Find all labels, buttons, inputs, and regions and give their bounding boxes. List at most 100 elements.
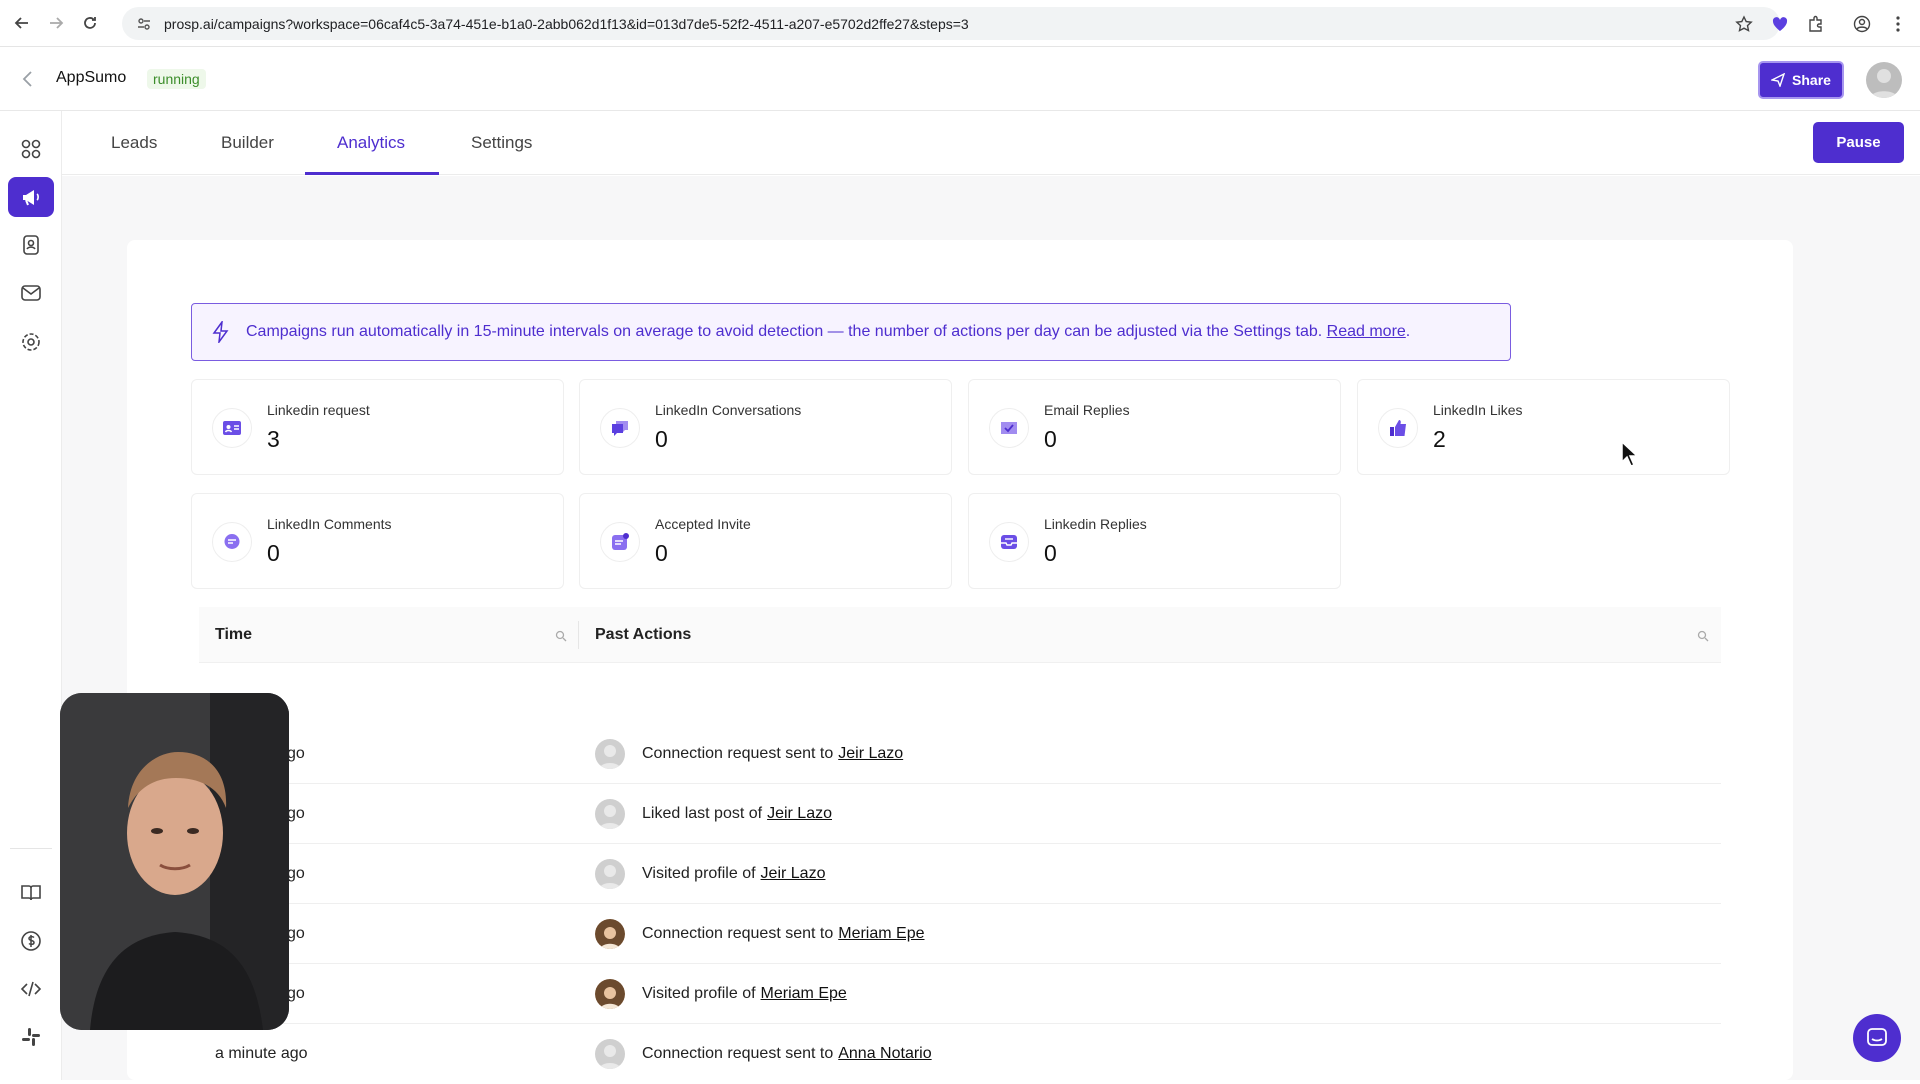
info-banner: Campaigns run automatically in 15-minute… xyxy=(191,303,1511,361)
stat-label: Linkedin Replies xyxy=(1044,516,1147,532)
tab-analytics[interactable]: Analytics xyxy=(337,111,405,175)
lead-link[interactable]: Jeir Lazo xyxy=(767,805,832,823)
lead-link[interactable]: Jeir Lazo xyxy=(838,745,903,763)
grid-icon xyxy=(21,139,41,159)
sidebar-item-slack[interactable] xyxy=(8,1017,54,1057)
search-icon[interactable] xyxy=(555,629,567,642)
stat-label: LinkedIn Conversations xyxy=(655,402,802,418)
chat-icon xyxy=(1867,1028,1887,1046)
id-card-icon xyxy=(212,408,252,448)
col-header-time[interactable]: Time xyxy=(215,607,252,663)
stat-value: 2 xyxy=(1433,426,1446,452)
stat-value: 0 xyxy=(655,426,668,452)
stat-value: 0 xyxy=(655,540,668,566)
active-tab-indicator xyxy=(305,172,439,175)
table-row: go Connection request sent to Jeir Lazo xyxy=(199,724,1721,784)
kebab-menu-icon[interactable] xyxy=(1884,10,1912,38)
stat-card-linkedin-replies: Linkedin Replies 0 xyxy=(968,493,1341,589)
send-icon xyxy=(1771,73,1786,87)
forward-arrow-icon[interactable] xyxy=(44,11,68,35)
read-more-link[interactable]: Read more xyxy=(1327,323,1406,340)
share-label: Share xyxy=(1792,72,1831,88)
sidebar-item-inbox[interactable] xyxy=(8,273,54,313)
pause-button[interactable]: Pause xyxy=(1813,122,1904,163)
sidebar-item-contacts[interactable] xyxy=(8,225,54,265)
lead-link[interactable]: Jeir Lazo xyxy=(761,865,826,883)
lead-link[interactable]: Anna Notario xyxy=(838,1045,931,1063)
address-bar[interactable]: prosp.ai/campaigns?workspace=06caf4c5-3a… xyxy=(122,7,1780,40)
sidebar-item-guides[interactable] xyxy=(8,873,54,913)
share-button[interactable]: Share xyxy=(1758,61,1844,99)
stat-label: Accepted Invite xyxy=(655,516,751,532)
stat-label: LinkedIn Likes xyxy=(1433,402,1523,418)
stat-value: 0 xyxy=(1044,540,1057,566)
row-time: go xyxy=(287,805,305,822)
table-row: go Visited profile of Jeir Lazo xyxy=(199,844,1721,904)
tab-settings[interactable]: Settings xyxy=(471,111,532,175)
megaphone-icon xyxy=(23,190,39,206)
stat-value: 3 xyxy=(267,426,280,452)
row-time: go xyxy=(287,865,305,882)
lead-link[interactable]: Meriam Epe xyxy=(761,985,847,1003)
action-text: Connection request sent to xyxy=(642,745,834,762)
contact-book-icon xyxy=(23,235,39,255)
mouse-cursor-icon xyxy=(1620,440,1640,473)
webcam-overlay xyxy=(60,693,289,1030)
extension-heart-icon[interactable] xyxy=(1766,10,1794,38)
stat-card-linkedin-request: Linkedin request 3 xyxy=(191,379,564,475)
table-row: go Liked last post of Jeir Lazo xyxy=(199,784,1721,844)
url-text: prosp.ai/campaigns?workspace=06caf4c5-3a… xyxy=(164,15,969,32)
book-icon xyxy=(21,885,41,901)
avatar xyxy=(595,1039,625,1069)
back-arrow-icon[interactable] xyxy=(10,11,34,35)
row-action: Liked last post of Jeir Lazo xyxy=(642,784,832,844)
row-action: Visited profile of Meriam Epe xyxy=(642,964,847,1024)
stat-label: LinkedIn Comments xyxy=(267,516,392,532)
avatar xyxy=(595,739,625,769)
sidebar-item-campaigns[interactable] xyxy=(8,177,54,217)
bookmark-star-icon[interactable] xyxy=(1730,10,1758,38)
col-header-past-actions[interactable]: Past Actions xyxy=(595,607,691,663)
extensions-puzzle-icon[interactable] xyxy=(1802,10,1830,38)
row-action: Connection request sent to Anna Notario xyxy=(642,1024,932,1084)
sidebar-item-dashboard[interactable] xyxy=(8,129,54,169)
reload-icon[interactable] xyxy=(78,11,102,35)
tab-builder[interactable]: Builder xyxy=(221,111,274,175)
campaign-name: AppSumo xyxy=(56,69,127,86)
status-badge: running xyxy=(147,69,206,89)
sidebar-divider xyxy=(10,848,52,849)
avatar xyxy=(595,979,625,1009)
sidebar-item-settings[interactable] xyxy=(8,322,54,362)
user-avatar[interactable] xyxy=(1866,62,1902,98)
chevron-left-icon[interactable] xyxy=(18,67,38,91)
invite-icon xyxy=(600,522,640,562)
row-time: a minute ago xyxy=(215,1045,308,1062)
stat-card-linkedin-comments: LinkedIn Comments 0 xyxy=(191,493,564,589)
row-time: go xyxy=(287,745,305,762)
stat-value: 0 xyxy=(267,540,280,566)
search-icon[interactable] xyxy=(1697,629,1709,642)
column-divider xyxy=(578,621,579,649)
lead-link[interactable]: Meriam Epe xyxy=(838,925,924,943)
row-action: Connection request sent to Jeir Lazo xyxy=(642,724,903,784)
app-header: AppSumo running Share xyxy=(0,47,1920,111)
stat-value: 0 xyxy=(1044,426,1057,452)
left-sidebar xyxy=(0,111,62,1080)
inbox-icon xyxy=(989,522,1029,562)
row-time: go xyxy=(287,985,305,1002)
site-settings-icon[interactable] xyxy=(136,16,152,32)
gear-icon xyxy=(22,333,40,351)
table-row: a minute ago Connection request sent to A… xyxy=(199,1024,1721,1084)
banner-suffix: . xyxy=(1405,323,1411,340)
sidebar-item-api[interactable] xyxy=(8,969,54,1009)
dollar-circle-icon xyxy=(21,931,41,951)
tab-leads[interactable]: Leads xyxy=(111,111,157,175)
table-row: go Visited profile of Meriam Epe xyxy=(199,964,1721,1024)
stat-card-email-replies: Email Replies 0 xyxy=(968,379,1341,475)
row-action: Visited profile of Jeir Lazo xyxy=(642,844,825,904)
profile-icon[interactable] xyxy=(1848,10,1876,38)
support-chat-button[interactable] xyxy=(1853,1014,1901,1062)
sidebar-item-billing[interactable] xyxy=(8,921,54,961)
stat-label: Linkedin request xyxy=(267,402,370,418)
avatar xyxy=(595,919,625,949)
